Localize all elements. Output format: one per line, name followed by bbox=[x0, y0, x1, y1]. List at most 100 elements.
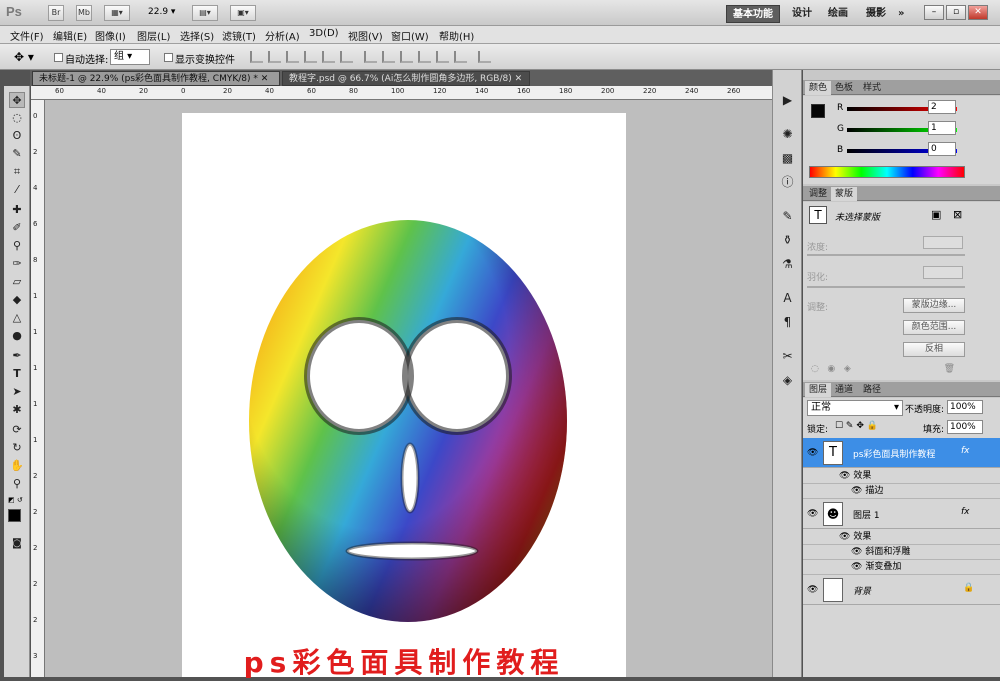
menu-select[interactable]: 选择(S) bbox=[180, 28, 214, 43]
3d-panel-icon[interactable]: ◈ bbox=[779, 372, 796, 389]
marquee-tool-icon[interactable]: ◌ bbox=[9, 110, 25, 126]
add-pixel-mask-icon[interactable]: ▣ bbox=[931, 208, 941, 221]
tab-styles[interactable]: 样式 bbox=[859, 81, 885, 95]
eye-icon[interactable]: 👁 bbox=[839, 471, 850, 481]
opacity-input[interactable]: 100% bbox=[947, 400, 983, 414]
crop-tool-icon[interactable]: ⌗ bbox=[9, 164, 25, 180]
mini-bridge-button[interactable]: Mb bbox=[76, 5, 92, 21]
workspace-photography[interactable]: 摄影 bbox=[860, 5, 892, 23]
distribute-top-icon[interactable] bbox=[364, 51, 377, 63]
lock-icons[interactable]: ☐ ✎ ✥ 🔒 bbox=[835, 421, 878, 431]
red-value[interactable]: 2 bbox=[928, 100, 956, 114]
brush-tool-icon[interactable]: ✐ bbox=[9, 220, 25, 236]
show-transform-checkbox[interactable] bbox=[164, 53, 173, 62]
menu-file[interactable]: 文件(F) bbox=[10, 28, 44, 43]
hand-tool-icon[interactable]: ✋ bbox=[9, 458, 25, 474]
swap-colors-icon[interactable]: ◩ ↺ bbox=[8, 496, 23, 504]
effects-row[interactable]: 👁 效果 bbox=[803, 469, 1000, 484]
effect-gradient-row[interactable]: 👁 渐变叠加 bbox=[803, 560, 1000, 575]
healing-brush-tool-icon[interactable]: ✚ bbox=[9, 202, 25, 218]
effect-bevel-row[interactable]: 👁 斜面和浮雕 bbox=[803, 545, 1000, 560]
view-extras-button[interactable]: ▦▾ bbox=[104, 5, 130, 21]
foreground-color-swatch[interactable] bbox=[811, 104, 825, 118]
align-top-icon[interactable] bbox=[250, 51, 263, 63]
effects-row[interactable]: 👁 效果 bbox=[803, 530, 1000, 545]
menu-edit[interactable]: 编辑(E) bbox=[53, 28, 87, 43]
eye-icon[interactable]: 👁 bbox=[851, 547, 862, 557]
tab-swatches[interactable]: 色板 bbox=[831, 81, 857, 95]
visibility-eye-icon[interactable]: 👁 bbox=[807, 448, 818, 458]
move-tool-icon[interactable]: ✥ bbox=[9, 92, 25, 108]
clone-stamp-tool-icon[interactable]: ⚲ bbox=[9, 238, 25, 254]
tab-masks[interactable]: 蒙版 bbox=[831, 187, 858, 201]
auto-select-checkbox[interactable] bbox=[54, 53, 63, 62]
eye-icon[interactable]: 👁 bbox=[839, 532, 850, 542]
align-left-icon[interactable] bbox=[304, 51, 317, 63]
menu-window[interactable]: 窗口(W) bbox=[391, 28, 429, 43]
distribute-left-icon[interactable] bbox=[418, 51, 431, 63]
3d-orbit-tool-icon[interactable]: ↻ bbox=[9, 440, 25, 456]
tab-adjustments[interactable]: 调整 bbox=[805, 187, 831, 201]
menu-image[interactable]: 图像(I) bbox=[95, 28, 126, 43]
minimize-button[interactable]: – bbox=[924, 5, 944, 20]
path-selection-tool-icon[interactable]: ➤ bbox=[9, 384, 25, 400]
screen-mode-button[interactable]: ▣▾ bbox=[230, 5, 256, 21]
pen-tool-icon[interactable]: ✒ bbox=[9, 348, 25, 364]
move-tool-preset[interactable]: ✥ ▾ bbox=[14, 50, 34, 64]
eyedropper-tool-icon[interactable]: ⁄ bbox=[9, 182, 25, 198]
zoom-level-dropdown[interactable]: 22.9 ▾ bbox=[148, 7, 175, 17]
bridge-button[interactable]: Br bbox=[48, 5, 64, 21]
history-brush-tool-icon[interactable]: ✑ bbox=[9, 256, 25, 272]
blend-mode-dropdown[interactable]: 正常 ▾ bbox=[807, 400, 903, 416]
auto-select-target-dropdown[interactable]: 组 ▾ bbox=[110, 49, 150, 65]
menu-view[interactable]: 视图(V) bbox=[348, 28, 383, 43]
close-tab-icon[interactable]: ✕ bbox=[515, 74, 523, 84]
distribute-bottom-icon[interactable] bbox=[400, 51, 413, 63]
align-bottom-icon[interactable] bbox=[286, 51, 299, 63]
histogram-panel-icon[interactable]: ▩ bbox=[779, 150, 796, 167]
tab-channels[interactable]: 通道 bbox=[831, 383, 857, 397]
zoom-tool-icon[interactable]: ⚲ bbox=[9, 476, 25, 492]
auto-align-icon[interactable] bbox=[478, 51, 491, 63]
tab-untitled-1[interactable]: 未标题-1 @ 22.9% (ps彩色面具制作教程, CMYK/8) * ✕ bbox=[32, 71, 280, 86]
workspace-painting[interactable]: 绘画 bbox=[822, 5, 854, 23]
visibility-eye-icon[interactable]: 👁 bbox=[807, 509, 818, 519]
quick-select-tool-icon[interactable]: ✎ bbox=[9, 146, 25, 162]
distribute-vcenter-icon[interactable] bbox=[382, 51, 395, 63]
paint-bucket-tool-icon[interactable]: ◆ bbox=[9, 292, 25, 308]
blur-tool-icon[interactable]: △ bbox=[9, 310, 25, 326]
visibility-eye-icon[interactable]: 👁 bbox=[807, 585, 818, 595]
align-vcenter-icon[interactable] bbox=[268, 51, 281, 63]
close-button[interactable]: ✕ bbox=[968, 5, 988, 20]
shape-tool-icon[interactable]: ✱ bbox=[9, 402, 25, 418]
quick-mask-icon[interactable]: ◙ bbox=[9, 536, 25, 552]
lasso-tool-icon[interactable]: ʘ bbox=[9, 128, 25, 144]
info-panel-icon[interactable]: ⓘ bbox=[779, 174, 796, 191]
fx-icon[interactable]: fx bbox=[961, 446, 970, 456]
workspace-more[interactable]: » bbox=[892, 5, 910, 23]
invert-button[interactable]: 反相 bbox=[903, 342, 965, 357]
tab-paths[interactable]: 路径 bbox=[859, 383, 885, 397]
layer-row-layer1[interactable]: 👁 ☻ 图层 1 fx bbox=[803, 499, 1000, 529]
dodge-tool-icon[interactable]: ● bbox=[9, 328, 25, 344]
menu-layer[interactable]: 图层(L) bbox=[137, 28, 170, 43]
menu-help[interactable]: 帮助(H) bbox=[439, 28, 474, 43]
menu-3d[interactable]: 3D(D) bbox=[309, 28, 339, 39]
navigator-panel-icon[interactable]: ✺ bbox=[779, 126, 796, 143]
menu-analysis[interactable]: 分析(A) bbox=[265, 28, 300, 43]
distribute-right-icon[interactable] bbox=[454, 51, 467, 63]
tab-color[interactable]: 颜色 bbox=[805, 81, 832, 95]
feather-input[interactable] bbox=[923, 266, 963, 279]
feather-slider[interactable] bbox=[807, 286, 965, 288]
paragraph-panel-icon[interactable]: ¶ bbox=[779, 314, 796, 331]
distribute-hcenter-icon[interactable] bbox=[436, 51, 449, 63]
blue-value[interactable]: 0 bbox=[928, 142, 956, 156]
fx-icon[interactable]: fx bbox=[961, 507, 970, 517]
history-panel-icon[interactable]: ▶ bbox=[779, 92, 796, 109]
align-right-icon[interactable] bbox=[340, 51, 353, 63]
fill-input[interactable]: 100% bbox=[947, 420, 983, 434]
tool-presets-icon[interactable]: ✂ bbox=[779, 348, 796, 365]
close-tab-icon[interactable]: ✕ bbox=[261, 74, 269, 84]
color-spectrum-bar[interactable] bbox=[809, 166, 965, 178]
green-value[interactable]: 1 bbox=[928, 121, 956, 135]
